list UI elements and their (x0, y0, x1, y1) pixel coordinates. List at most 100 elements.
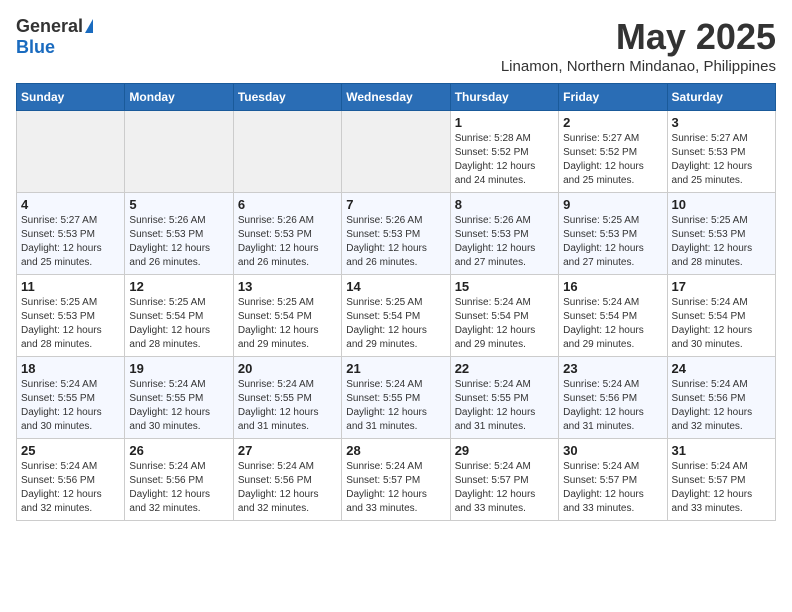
day-info: Sunrise: 5:26 AMSunset: 5:53 PMDaylight:… (129, 214, 228, 270)
calendar-day-cell: 29Sunrise: 5:24 AMSunset: 5:57 PMDayligh… (450, 439, 558, 521)
day-info: Sunrise: 5:24 AMSunset: 5:57 PMDaylight:… (563, 460, 662, 516)
day-number: 23 (563, 361, 662, 376)
calendar-day-cell: 28Sunrise: 5:24 AMSunset: 5:57 PMDayligh… (342, 439, 450, 521)
day-info: Sunrise: 5:24 AMSunset: 5:56 PMDaylight:… (21, 460, 120, 516)
calendar-day-cell: 14Sunrise: 5:25 AMSunset: 5:54 PMDayligh… (342, 275, 450, 357)
day-info: Sunrise: 5:24 AMSunset: 5:55 PMDaylight:… (455, 378, 554, 434)
day-number: 10 (672, 197, 771, 212)
calendar-day-cell (17, 111, 125, 193)
calendar-day-header: Tuesday (233, 84, 341, 111)
day-info: Sunrise: 5:24 AMSunset: 5:56 PMDaylight:… (563, 378, 662, 434)
calendar-day-cell: 7 Sunrise: 5:26 AMSunset: 5:53 PMDaylight… (342, 193, 450, 275)
day-number: 26 (129, 443, 228, 458)
logo-general-text: General (16, 16, 83, 37)
day-number: 25 (21, 443, 120, 458)
day-info: Sunrise: 5:27 AMSunset: 5:53 PMDaylight:… (21, 214, 120, 270)
day-number: 3 (672, 115, 771, 130)
day-number: 5 (129, 197, 228, 212)
calendar-week-row: 25 Sunrise: 5:24 AMSunset: 5:56 PMDayligh… (17, 439, 776, 521)
day-number: 31 (672, 443, 771, 458)
calendar-day-cell: 10 Sunrise: 5:25 AMSunset: 5:53 PMDayligh… (667, 193, 775, 275)
calendar-day-cell: 31 Sunrise: 5:24 AMSunset: 5:57 PMDayligh… (667, 439, 775, 521)
day-number: 11 (21, 279, 120, 294)
day-number: 2 (563, 115, 662, 130)
day-info: Sunrise: 5:24 AMSunset: 5:54 PMDaylight:… (455, 296, 554, 352)
calendar-day-cell: 11Sunrise: 5:25 AMSunset: 5:53 PMDayligh… (17, 275, 125, 357)
day-info: Sunrise: 5:25 AMSunset: 5:54 PMDaylight:… (129, 296, 228, 352)
day-info: Sunrise: 5:25 AMSunset: 5:53 PMDaylight:… (672, 214, 771, 270)
calendar-day-cell: 24Sunrise: 5:24 AMSunset: 5:56 PMDayligh… (667, 357, 775, 439)
calendar-day-cell: 4Sunrise: 5:27 AMSunset: 5:53 PMDaylight… (17, 193, 125, 275)
calendar-header-row: SundayMondayTuesdayWednesdayThursdayFrid… (17, 84, 776, 111)
calendar-day-cell: 2 Sunrise: 5:27 AMSunset: 5:52 PMDaylight… (559, 111, 667, 193)
day-info: Sunrise: 5:24 AMSunset: 5:54 PMDaylight:… (563, 296, 662, 352)
day-number: 8 (455, 197, 554, 212)
day-number: 22 (455, 361, 554, 376)
calendar-week-row: 1 Sunrise: 5:28 AMSunset: 5:52 PMDaylight… (17, 111, 776, 193)
calendar-day-cell (233, 111, 341, 193)
day-number: 13 (238, 279, 337, 294)
day-number: 15 (455, 279, 554, 294)
calendar-day-cell: 3 Sunrise: 5:27 AMSunset: 5:53 PMDaylight… (667, 111, 775, 193)
calendar-day-cell: 30Sunrise: 5:24 AMSunset: 5:57 PMDayligh… (559, 439, 667, 521)
day-number: 18 (21, 361, 120, 376)
calendar-day-header: Thursday (450, 84, 558, 111)
day-info: Sunrise: 5:24 AMSunset: 5:56 PMDaylight:… (129, 460, 228, 516)
day-info: Sunrise: 5:28 AMSunset: 5:52 PMDaylight:… (455, 132, 554, 188)
day-number: 12 (129, 279, 228, 294)
day-info: Sunrise: 5:24 AMSunset: 5:55 PMDaylight:… (238, 378, 337, 434)
calendar-day-cell: 27Sunrise: 5:24 AMSunset: 5:56 PMDayligh… (233, 439, 341, 521)
calendar-day-cell: 22 Sunrise: 5:24 AMSunset: 5:55 PMDayligh… (450, 357, 558, 439)
calendar-day-cell: 19Sunrise: 5:24 AMSunset: 5:55 PMDayligh… (125, 357, 233, 439)
calendar-day-cell: 13 Sunrise: 5:25 AMSunset: 5:54 PMDayligh… (233, 275, 341, 357)
calendar-day-cell: 23 Sunrise: 5:24 AMSunset: 5:56 PMDayligh… (559, 357, 667, 439)
calendar-week-row: 4Sunrise: 5:27 AMSunset: 5:53 PMDaylight… (17, 193, 776, 275)
calendar-day-cell: 17 Sunrise: 5:24 AMSunset: 5:54 PMDayligh… (667, 275, 775, 357)
day-number: 20 (238, 361, 337, 376)
day-info: Sunrise: 5:24 AMSunset: 5:55 PMDaylight:… (21, 378, 120, 434)
calendar-day-cell: 18 Sunrise: 5:24 AMSunset: 5:55 PMDayligh… (17, 357, 125, 439)
day-number: 21 (346, 361, 445, 376)
calendar-week-row: 18 Sunrise: 5:24 AMSunset: 5:55 PMDayligh… (17, 357, 776, 439)
calendar-day-cell: 1 Sunrise: 5:28 AMSunset: 5:52 PMDaylight… (450, 111, 558, 193)
day-number: 19 (129, 361, 228, 376)
day-info: Sunrise: 5:24 AMSunset: 5:56 PMDaylight:… (672, 378, 771, 434)
day-info: Sunrise: 5:24 AMSunset: 5:57 PMDaylight:… (346, 460, 445, 516)
day-info: Sunrise: 5:25 AMSunset: 5:53 PMDaylight:… (563, 214, 662, 270)
calendar-day-cell: 12 Sunrise: 5:25 AMSunset: 5:54 PMDayligh… (125, 275, 233, 357)
day-info: Sunrise: 5:27 AMSunset: 5:53 PMDaylight:… (672, 132, 771, 188)
day-info: Sunrise: 5:25 AMSunset: 5:54 PMDaylight:… (238, 296, 337, 352)
day-number: 6 (238, 197, 337, 212)
day-info: Sunrise: 5:27 AMSunset: 5:52 PMDaylight:… (563, 132, 662, 188)
day-info: Sunrise: 5:24 AMSunset: 5:54 PMDaylight:… (672, 296, 771, 352)
calendar-day-cell: 6Sunrise: 5:26 AMSunset: 5:53 PMDaylight… (233, 193, 341, 275)
logo: General Blue (16, 16, 93, 58)
location-subtitle: Linamon, Northern Mindanao, Philippines (501, 58, 776, 75)
day-number: 16 (563, 279, 662, 294)
month-year-title: May 2025 (501, 16, 776, 58)
calendar-day-header: Friday (559, 84, 667, 111)
day-number: 17 (672, 279, 771, 294)
day-info: Sunrise: 5:24 AMSunset: 5:55 PMDaylight:… (346, 378, 445, 434)
calendar-day-header: Sunday (17, 84, 125, 111)
day-number: 14 (346, 279, 445, 294)
day-number: 9 (563, 197, 662, 212)
day-info: Sunrise: 5:26 AMSunset: 5:53 PMDaylight:… (346, 214, 445, 270)
logo-triangle-icon (85, 19, 93, 33)
calendar-day-cell: 20 Sunrise: 5:24 AMSunset: 5:55 PMDayligh… (233, 357, 341, 439)
calendar-day-cell: 15 Sunrise: 5:24 AMSunset: 5:54 PMDayligh… (450, 275, 558, 357)
calendar-day-cell (125, 111, 233, 193)
calendar-day-cell: 21 Sunrise: 5:24 AMSunset: 5:55 PMDayligh… (342, 357, 450, 439)
day-number: 7 (346, 197, 445, 212)
day-number: 29 (455, 443, 554, 458)
day-info: Sunrise: 5:24 AMSunset: 5:57 PMDaylight:… (672, 460, 771, 516)
title-section: May 2025 Linamon, Northern Mindanao, Phi… (501, 16, 776, 75)
calendar-day-cell: 26 Sunrise: 5:24 AMSunset: 5:56 PMDayligh… (125, 439, 233, 521)
calendar-day-cell: 5 Sunrise: 5:26 AMSunset: 5:53 PMDaylight… (125, 193, 233, 275)
day-number: 1 (455, 115, 554, 130)
day-info: Sunrise: 5:26 AMSunset: 5:53 PMDaylight:… (455, 214, 554, 270)
calendar-day-cell: 9 Sunrise: 5:25 AMSunset: 5:53 PMDaylight… (559, 193, 667, 275)
calendar-day-cell: 25 Sunrise: 5:24 AMSunset: 5:56 PMDayligh… (17, 439, 125, 521)
calendar-table: SundayMondayTuesdayWednesdayThursdayFrid… (16, 83, 776, 521)
calendar-day-cell (342, 111, 450, 193)
